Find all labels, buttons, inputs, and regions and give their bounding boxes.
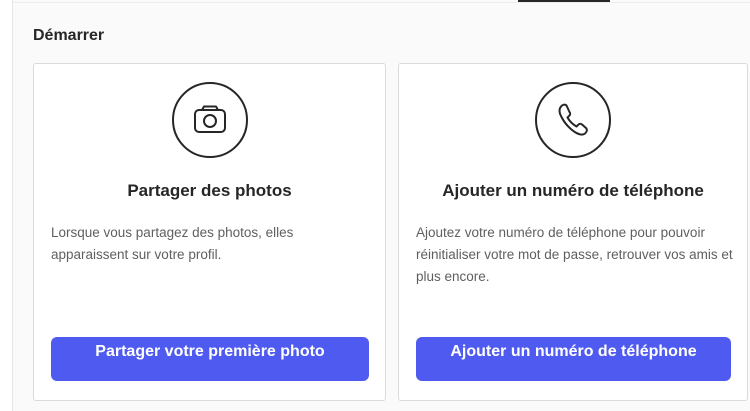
section-title: Démarrer bbox=[33, 27, 105, 44]
main-panel: Démarrer Partager des photos Lorsque vou… bbox=[12, 0, 750, 411]
camera-icon bbox=[171, 81, 249, 159]
add-phone-card: Ajouter un numéro de téléphone Ajoutez v… bbox=[398, 63, 748, 401]
card-description: Lorsque vous partagez des photos, elles … bbox=[51, 225, 294, 262]
top-divider bbox=[13, 2, 750, 3]
share-first-photo-button[interactable]: Partager votre première photo bbox=[51, 337, 369, 381]
add-phone-number-button[interactable]: Ajouter un numéro de téléphone bbox=[416, 337, 731, 381]
phone-icon bbox=[534, 81, 612, 159]
card-title: Ajouter un numéro de téléphone bbox=[442, 181, 704, 200]
card-description: Ajoutez votre numéro de téléphone pour p… bbox=[416, 225, 733, 284]
share-photos-card: Partager des photos Lorsque vous partage… bbox=[33, 63, 386, 401]
card-title: Partager des photos bbox=[127, 181, 292, 200]
